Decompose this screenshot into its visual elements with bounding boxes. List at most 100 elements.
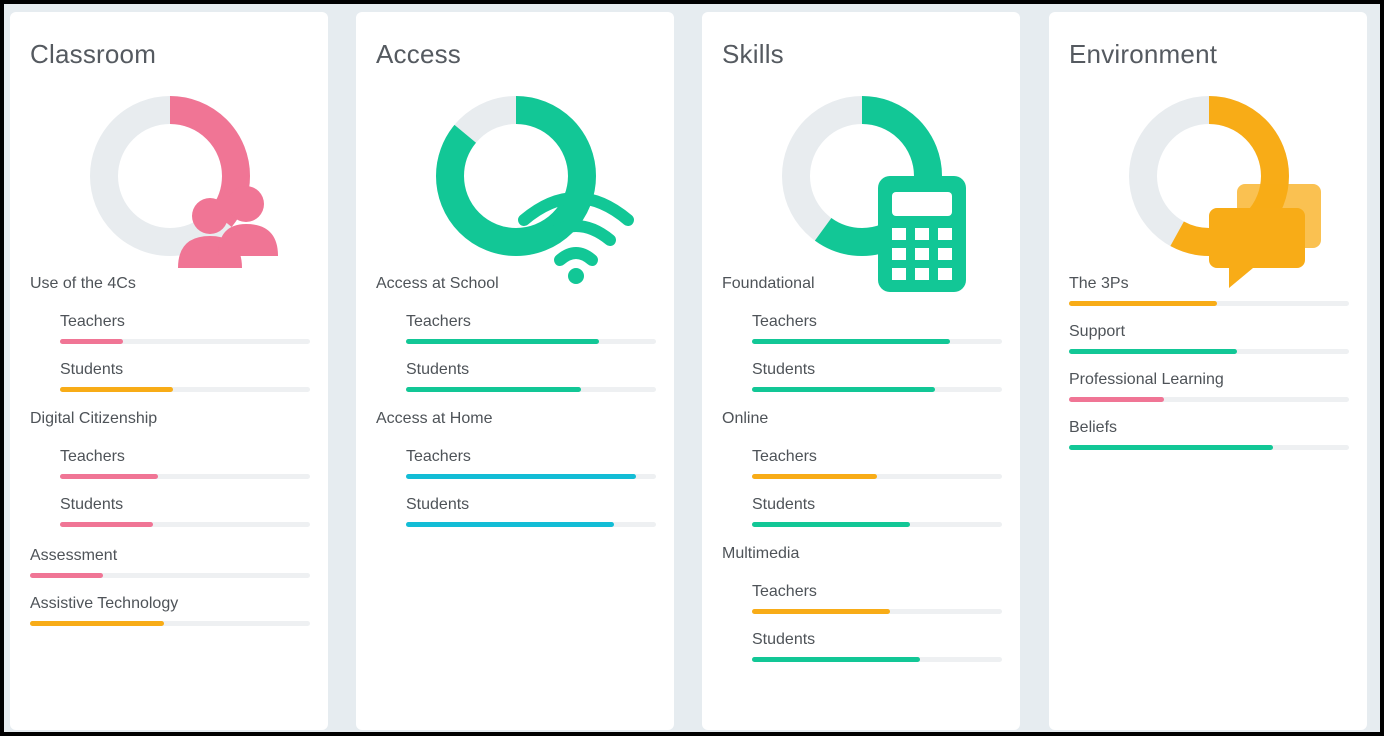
progress-fill (752, 522, 910, 527)
card-title: Skills (722, 39, 784, 69)
progress-fill (752, 609, 890, 614)
progress-track (60, 474, 310, 479)
progress-fill (406, 522, 614, 527)
progress-fill (752, 474, 877, 479)
progress-fill (752, 387, 935, 392)
metric-row: Students (752, 631, 1002, 662)
wifi-icon (496, 156, 634, 284)
progress-track (406, 474, 656, 479)
metric-label: Teachers (60, 448, 125, 465)
progress-track (752, 339, 1002, 344)
progress-fill (406, 339, 599, 344)
metric-row: Teachers (752, 583, 1002, 614)
section-label: Use of the 4Cs (30, 275, 136, 292)
dashboard: Classroom Use of the 4Cs Teachers Students… (4, 4, 1380, 732)
progress-fill (752, 657, 920, 662)
metric-label: Students (752, 631, 816, 648)
card-environment: Environment The 3Ps Support Professional L… (1049, 12, 1367, 730)
progress-track (752, 522, 1002, 527)
progress-track (60, 339, 310, 344)
metric-label: Support (1069, 323, 1126, 340)
metric-label: Students (752, 361, 816, 378)
metric-label: Students (60, 361, 124, 378)
card-access: Access Access at School Teachers Students A… (356, 12, 674, 730)
card-title: Environment (1069, 39, 1218, 69)
metric-label: Teachers (752, 583, 817, 600)
donut-chart (436, 96, 634, 284)
progress-track (752, 387, 1002, 392)
chat-bubbles-icon (1189, 156, 1321, 288)
section-label: Access at School (376, 275, 499, 292)
progress-track (1069, 301, 1349, 306)
section-label: Foundational (722, 275, 815, 292)
metric-label: Teachers (406, 448, 471, 465)
progress-fill (406, 474, 636, 479)
progress-track (752, 657, 1002, 662)
progress-fill (406, 387, 581, 392)
donut-chart (782, 96, 966, 292)
metric-label: Beliefs (1069, 419, 1118, 436)
metric-row: Teachers (752, 448, 1002, 479)
section-label: Online (722, 410, 769, 427)
metric-row: Students (60, 496, 310, 527)
card-classroom: Classroom Use of the 4Cs Teachers Students… (10, 12, 328, 730)
progress-track (406, 387, 656, 392)
metric-label: Assessment (30, 547, 118, 564)
metric-row: Teachers (60, 448, 310, 479)
section-label: Digital Citizenship (30, 410, 158, 427)
progress-track (60, 522, 310, 527)
metric-label: Teachers (60, 313, 125, 330)
card-title: Access (376, 39, 462, 69)
progress-fill (60, 339, 123, 344)
progress-track (1069, 445, 1349, 450)
donut-chart (90, 96, 278, 268)
progress-fill (30, 621, 165, 626)
metric-row: Students (406, 361, 656, 392)
progress-fill (1069, 397, 1165, 402)
metric-label: Professional Learning (1069, 371, 1224, 388)
calculator-icon (842, 156, 966, 292)
progress-fill (1069, 445, 1274, 450)
metric-label: Students (752, 496, 816, 513)
progress-fill (30, 573, 103, 578)
metric-label: Teachers (406, 313, 471, 330)
metric-label: Assistive Technology (30, 595, 179, 612)
card-title: Classroom (30, 39, 157, 69)
progress-track (30, 573, 310, 578)
metric-row: The 3Ps (1069, 275, 1349, 306)
progress-track (406, 339, 656, 344)
metric-row: Teachers (406, 313, 656, 344)
progress-track (406, 522, 656, 527)
metric-row: Professional Learning (1069, 371, 1349, 402)
metric-label: Teachers (752, 448, 817, 465)
metric-row: Assistive Technology (30, 595, 310, 626)
metric-label: Students (406, 496, 470, 513)
progress-track (60, 387, 310, 392)
metric-row: Teachers (406, 448, 656, 479)
progress-fill (60, 522, 153, 527)
progress-track (752, 609, 1002, 614)
metric-row: Students (406, 496, 656, 527)
metric-row: Support (1069, 323, 1349, 354)
progress-fill (752, 339, 950, 344)
metric-label: Students (60, 496, 124, 513)
metric-row: Beliefs (1069, 419, 1349, 450)
users-icon (150, 156, 278, 268)
progress-fill (60, 387, 173, 392)
metric-row: Students (752, 361, 1002, 392)
metric-row: Assessment (30, 547, 310, 578)
progress-track (1069, 397, 1349, 402)
progress-fill (60, 474, 158, 479)
progress-track (30, 621, 310, 626)
metric-row: Teachers (60, 313, 310, 344)
section-label: Access at Home (376, 410, 493, 427)
section-label: Multimedia (722, 545, 800, 562)
progress-track (752, 474, 1002, 479)
metric-label: Teachers (752, 313, 817, 330)
card-skills: Skills Foundational Teachers Students Onlin… (702, 12, 1020, 730)
metric-row: Students (60, 361, 310, 392)
metric-row: Students (752, 496, 1002, 527)
progress-track (1069, 349, 1349, 354)
metric-row: Teachers (752, 313, 1002, 344)
progress-fill (1069, 349, 1237, 354)
